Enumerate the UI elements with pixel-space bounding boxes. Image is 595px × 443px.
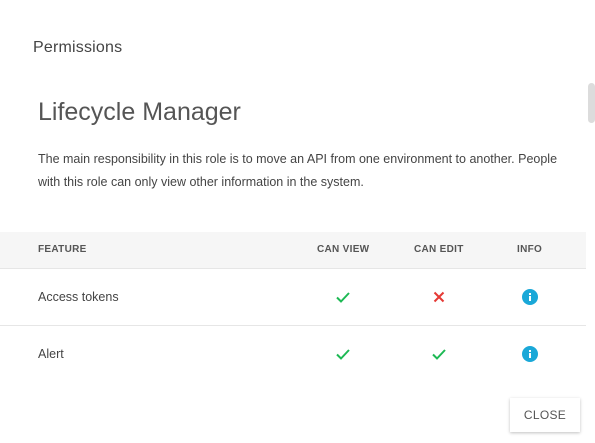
info-icon[interactable] (522, 346, 538, 362)
table-row: Alert (0, 326, 586, 382)
scrollbar[interactable] (588, 83, 595, 123)
close-icon (431, 289, 447, 305)
feature-name: Access tokens (38, 290, 119, 304)
check-icon (431, 346, 447, 362)
table-header: FEATURE CAN VIEW CAN EDIT INFO (0, 232, 586, 269)
role-description: The main responsibility in this role is … (38, 152, 558, 189)
permissions-table: FEATURE CAN VIEW CAN EDIT INFO Access to… (0, 232, 586, 382)
info-icon[interactable] (522, 289, 538, 305)
close-button[interactable]: CLOSE (510, 398, 580, 432)
header-can-edit: CAN EDIT (414, 244, 464, 255)
check-icon (335, 289, 351, 305)
dialog-title: Permissions (33, 39, 123, 56)
role-title: Lifecycle Manager (38, 98, 241, 126)
feature-name: Alert (38, 347, 64, 361)
check-icon (335, 346, 351, 362)
table-row: Access tokens (0, 269, 586, 326)
header-feature: FEATURE (38, 244, 87, 255)
header-info: INFO (517, 244, 543, 255)
header-can-view: CAN VIEW (317, 244, 370, 255)
